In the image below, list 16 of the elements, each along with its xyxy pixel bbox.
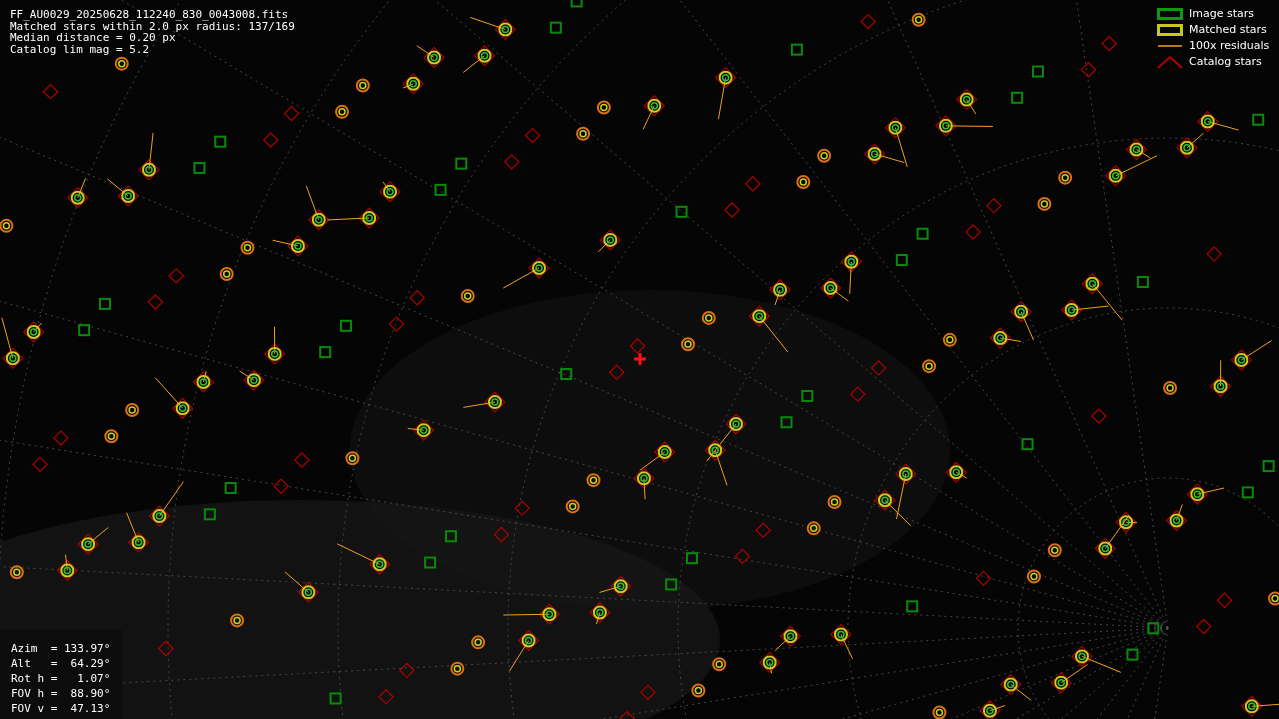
info-text: Matched stars within 2.0 px radius: 137/169	[10, 20, 295, 32]
legend-label: Catalog stars	[1189, 55, 1262, 68]
matched-star-legend-icon	[1157, 23, 1183, 36]
pointing-text: FOV h = 88.90°	[11, 686, 111, 701]
info-text: Catalog lim mag = 5.2	[10, 43, 150, 55]
info-text: Median distance = 0.20 px	[10, 32, 176, 44]
info-text: FF_AU0029_20250628_112240_830_0043008.fits	[10, 9, 289, 21]
pointing-text: FOV v = 47.13°	[11, 701, 111, 716]
legend-label: 100x residuals	[1189, 39, 1270, 52]
catalog-star-legend-icon	[1157, 55, 1183, 68]
pointing-text: Rot h = 1.07°	[11, 671, 111, 686]
legend-label: Matched stars	[1189, 23, 1267, 36]
legend-label: Image stars	[1189, 7, 1254, 20]
image-star-legend-icon	[1157, 7, 1183, 20]
pointing-text: Azim = 133.97°	[11, 641, 111, 656]
pointing-text: Alt = 64.29°	[11, 656, 111, 671]
